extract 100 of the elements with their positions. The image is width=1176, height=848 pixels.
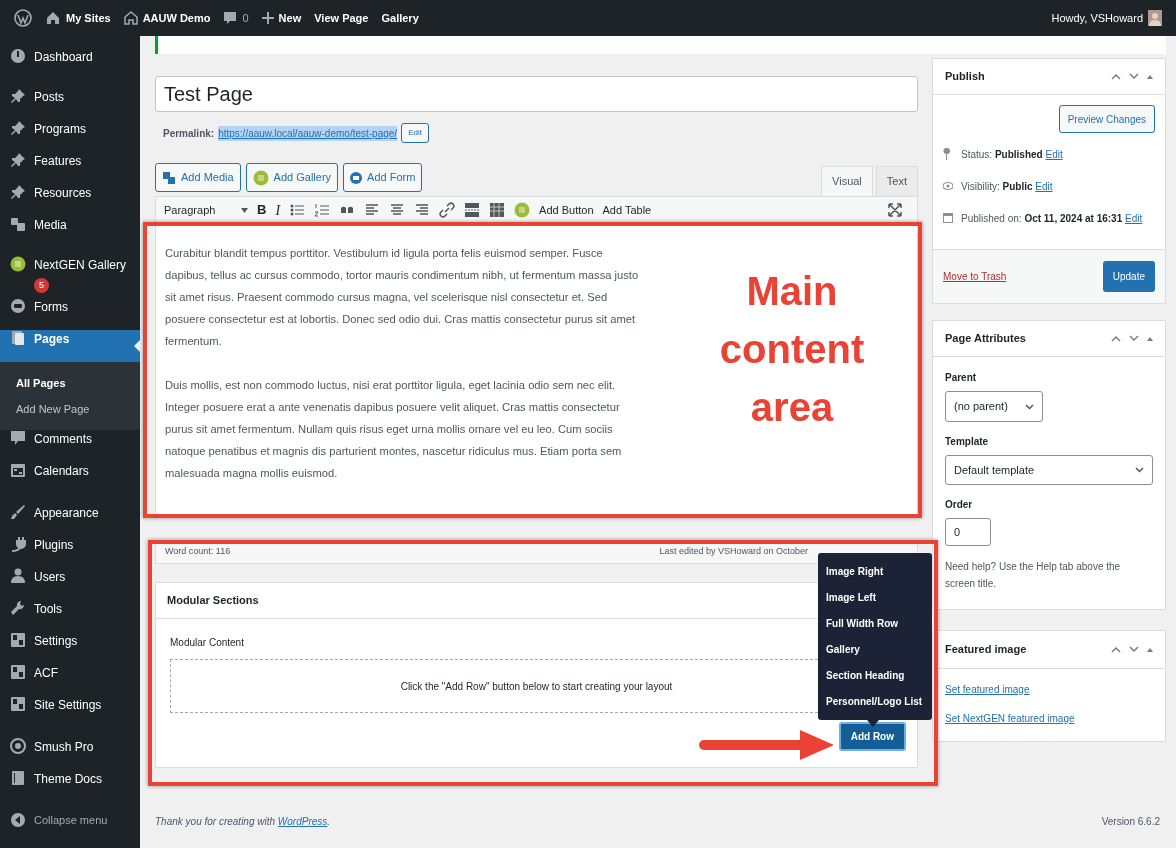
submenu-item[interactable]: Add New Page (0, 396, 140, 422)
sidebar-item[interactable]: Appearance (0, 504, 140, 536)
sidebar-item[interactable]: Features (0, 152, 140, 184)
sidebar-item[interactable]: Site Settings (0, 696, 140, 728)
plug-icon (10, 536, 26, 552)
form-icon (350, 171, 363, 184)
sidebar-label: Pages (34, 331, 70, 348)
move-down-icon (1129, 73, 1139, 80)
account-link[interactable]: Howdy, VSHoward (1051, 9, 1143, 27)
move-to-trash-link[interactable]: Move to Trash (943, 269, 1007, 284)
align-right-icon (414, 202, 431, 218)
sidebar-item[interactable]: Smush Pro (0, 738, 140, 770)
sidebar-item[interactable]: Programs (0, 120, 140, 152)
word-count: Word count: 116 (165, 545, 231, 559)
edit-link[interactable]: Edit (1035, 181, 1053, 192)
sidebar-item[interactable]: Forms (0, 298, 140, 330)
preview-changes-button[interactable]: Preview Changes (1058, 105, 1155, 133)
caret-icon (241, 207, 248, 213)
comment-icon (223, 11, 238, 25)
book-icon (10, 770, 26, 786)
sidebar-label: Posts (34, 89, 64, 106)
edit-permalink-button[interactable]: Edit (401, 123, 429, 143)
format-select[interactable]: Paragraph (164, 201, 248, 219)
permalink-link[interactable]: https://aauw.local/aauw-demo/test-page/ (218, 125, 398, 141)
submenu-item[interactable]: All Pages (0, 370, 140, 396)
admin-bar-link[interactable]: View Page (314, 9, 369, 27)
admin-bar-link[interactable]: 0 (223, 9, 249, 27)
sidebar-label: NextGEN Gallery (34, 257, 127, 274)
panel-title: Modular Sections (167, 593, 259, 609)
home-icon (123, 11, 138, 25)
order-field[interactable]: 0 (945, 518, 991, 546)
body-paragraph: Curabitur blandit tempus porttitor. Vestibulum id ligula porta felis euismod semper. Fusce dapibus, tellus ac cursus commodo, tortor mauris condimentum nibh, ut fermentum massa justo sit amet risus. Praesent commodo cursus magna, vel scelerisque nisl consectetur et. Sed posuere consectetur est at lobortis. Donec sed odio dui. Cras mattis consectetur purus sit amet fermentum. (165, 246, 640, 349)
sidebar-item[interactable]: Calendars (0, 462, 140, 494)
sidebar-label: Resources (34, 185, 92, 202)
last-edited-text: Last edited by VSHoward on October (659, 545, 808, 559)
sidebar-item[interactable]: Dashboard (0, 48, 140, 80)
sidebar-item[interactable]: ACF (0, 664, 140, 696)
title-field[interactable]: Test Page (155, 76, 918, 112)
move-up-icon (1111, 646, 1121, 653)
pin-icon (10, 184, 26, 200)
sidebar-label: Smush Pro (34, 739, 94, 756)
media-icon (162, 170, 176, 185)
add-row-button[interactable]: Add Row (838, 722, 906, 751)
sidebar-item[interactable]: Resources (0, 184, 140, 216)
collapse-menu-button[interactable]: Collapse menu (0, 804, 140, 836)
editor-tab[interactable]: Text (875, 166, 918, 196)
move-down-icon (1129, 646, 1139, 653)
media-button[interactable]: Add Media (155, 163, 241, 192)
field-label: Order (945, 498, 973, 512)
sidebar-item[interactable]: Settings (0, 632, 140, 664)
featured-image-link[interactable]: Set featured image (933, 682, 1042, 697)
toolbar-text-button[interactable]: Add Button (539, 201, 594, 219)
user-icon (10, 568, 26, 584)
media-button[interactable]: Add Gallery (245, 163, 339, 192)
media-icon (10, 216, 26, 232)
edit-link[interactable]: Edit (1125, 213, 1143, 224)
toolbar-text-button[interactable]: Add Table (602, 201, 652, 219)
layout-menu-item[interactable]: Gallery (818, 636, 932, 663)
sidebar-item[interactable]: Theme Docs (0, 770, 140, 802)
update-button[interactable]: Update (1102, 261, 1155, 292)
sidebar-item[interactable]: Users (0, 568, 140, 600)
sidebar-label: Plugins (34, 537, 74, 554)
count-badge: 5 (34, 278, 49, 293)
layout-menu-item[interactable]: Section Heading (818, 662, 932, 689)
parent-select[interactable]: (no parent) (945, 391, 1043, 422)
sidebar-item[interactable]: Plugins (0, 536, 140, 568)
template-select[interactable]: Default template (945, 455, 1153, 485)
sidebar-item[interactable]: Posts (0, 88, 140, 120)
admin-bar-link[interactable]: New (261, 9, 302, 27)
sidebar-item[interactable]: Pages (0, 330, 140, 362)
admin-bar-link[interactable]: Gallery (381, 9, 419, 27)
numbered-list-icon (314, 202, 331, 218)
layout-menu-item[interactable]: Full Width Row (818, 610, 932, 637)
toolbar-toggle-icon (489, 202, 506, 218)
editor-tab[interactable]: Visual (821, 166, 873, 196)
featured-image-link[interactable]: Set NextGEN featured image (933, 711, 1087, 726)
collapse-toggle-icon (1147, 336, 1153, 341)
sidebar-item[interactable]: Tools (0, 600, 140, 632)
align-center-icon (389, 202, 406, 218)
sidebar-item[interactable]: Comments (0, 430, 140, 462)
chevron-down-icon (1025, 403, 1034, 410)
edit-link[interactable]: Edit (1045, 149, 1063, 160)
permalink-label: Permalink: (163, 126, 215, 141)
sidebar-item[interactable]: Media (0, 216, 140, 248)
admin-bar-link[interactable]: AAUW Demo (123, 9, 211, 27)
pin-icon (10, 88, 26, 104)
admin-bar-link[interactable]: My Sites (45, 9, 111, 27)
footer-text: Thank you for creating with WordPress. (155, 815, 331, 829)
layout-menu-item[interactable]: Image Left (818, 584, 932, 611)
field-label: Parent (945, 371, 977, 385)
media-button[interactable]: Add Form (343, 163, 423, 192)
sidebar-label: Tools (34, 601, 62, 618)
layout-menu-item[interactable]: Image Right (818, 559, 932, 585)
sidebar-label: Forms (34, 299, 68, 316)
layout-menu-item[interactable]: Personnel/Logo List (818, 688, 932, 714)
plus-icon (261, 12, 274, 24)
wordpress-logo-icon[interactable] (14, 9, 32, 27)
italic-button[interactable]: I (275, 199, 281, 221)
bold-button[interactable]: B (257, 200, 267, 220)
sidebar-item[interactable]: NextGEN Gallery 5 (0, 248, 140, 298)
